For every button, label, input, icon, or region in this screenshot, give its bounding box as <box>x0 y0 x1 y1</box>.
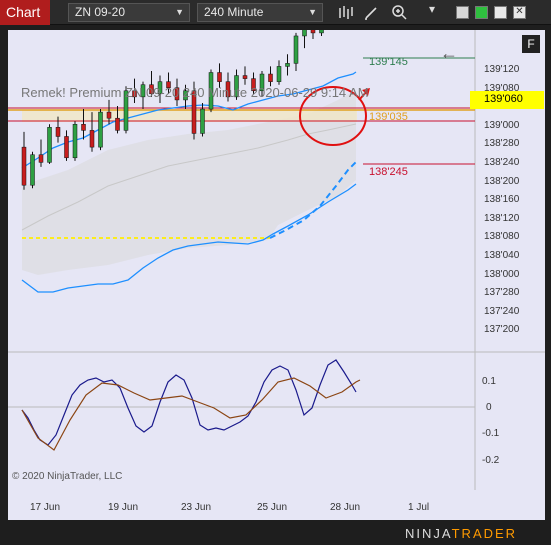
candle-down <box>106 111 112 119</box>
interval-selector[interactable]: 240 Minute ▼ <box>197 3 323 22</box>
candle-down <box>310 23 316 34</box>
time-tick-label: 17 Jun <box>30 502 61 513</box>
brand-suffix: TRADER <box>451 526 518 541</box>
more-icon[interactable]: ▾ <box>429 2 435 16</box>
candle-down <box>81 124 86 131</box>
zoom-icon[interactable] <box>391 4 408 21</box>
oscillator-tick-label: 0.1 <box>482 376 496 387</box>
time-tick-label: 25 Jun <box>257 502 288 513</box>
oscillator-tick-label: 0 <box>486 402 492 413</box>
candle-up <box>293 35 299 64</box>
oscillator-fast-line <box>21 359 357 446</box>
price-tick-label: 138'160 <box>484 194 520 206</box>
price-tick-label: 138'280 <box>484 138 520 150</box>
chart-frame: Remek! Premium ZN 09-20 240 Minute 2020-… <box>8 0 545 520</box>
candle-up <box>302 23 307 37</box>
lower-target-label: 138'245 <box>369 166 408 178</box>
oscillator-tick-label: -0.1 <box>482 428 500 439</box>
close-icon[interactable]: ✕ <box>513 6 526 19</box>
current-price-box: 139'060 <box>470 91 544 109</box>
back-arrow-icon[interactable]: ← <box>440 43 458 64</box>
brand-logo: NINJATRADER <box>405 526 545 542</box>
chevron-down-icon: ▼ <box>175 7 184 17</box>
price-tick-label: 138'240 <box>484 157 520 168</box>
instrument-label: ZN 09-20 <box>75 5 126 19</box>
price-tick-label: 137'200 <box>484 324 520 336</box>
candle-up <box>47 127 52 163</box>
pencil-icon[interactable] <box>363 4 380 21</box>
candle-down <box>89 130 95 148</box>
maximize-icon[interactable] <box>475 6 488 19</box>
time-tick-label: 1 Jul <box>408 502 430 513</box>
candle-down <box>38 154 44 163</box>
candle-down <box>242 75 248 79</box>
candle-up <box>319 0 324 34</box>
oscillator-slow-line <box>21 377 361 451</box>
f-button[interactable]: F <box>522 35 540 53</box>
candle-down <box>217 72 222 82</box>
candle-down <box>55 127 61 137</box>
brand-prefix: NINJA <box>405 526 452 541</box>
candle-down <box>64 136 69 159</box>
candle-up <box>276 66 282 82</box>
copyright-text: © 2020 NinjaTrader, LLC <box>12 471 123 482</box>
chart-canvas[interactable] <box>8 0 545 520</box>
bars-icon[interactable] <box>337 4 354 21</box>
restore-icon[interactable] <box>494 6 507 19</box>
upper-target-label: 139'145 <box>369 56 408 68</box>
candle-down <box>268 73 273 82</box>
candle-down <box>21 146 27 186</box>
toolbar: Chart ZN 09-20 ▼ 240 Minute ▼ ▾ ✕ <box>0 0 551 25</box>
price-tick-label: 138'200 <box>484 175 520 187</box>
instrument-selector[interactable]: ZN 09-20 ▼ <box>68 3 190 22</box>
price-tick-label: 138'000 <box>484 268 520 280</box>
time-tick-label: 19 Jun <box>108 502 139 513</box>
time-tick-label: 23 Jun <box>181 502 212 513</box>
chart-tab[interactable]: Chart <box>0 0 50 25</box>
minimize-icon[interactable] <box>456 6 469 19</box>
oscillator-tick-label: -0.2 <box>482 455 500 466</box>
time-tick-label: 28 Jun <box>330 502 361 513</box>
price-tick-label: 137'280 <box>484 287 520 299</box>
orange-level-label: 139'035 <box>369 111 408 123</box>
current-price-label: 139'060 <box>484 93 523 105</box>
price-tick-label: 138'040 <box>484 250 520 261</box>
chart-title: Remek! Premium ZN 09-20 240 Minute 2020-… <box>21 85 369 100</box>
price-tick-label: 137'240 <box>484 305 520 317</box>
resistance-zone <box>22 110 357 122</box>
price-tick-label: 139'000 <box>484 119 520 131</box>
candle-up <box>200 108 205 134</box>
candle-up <box>30 154 35 186</box>
price-tick-label: 138'080 <box>484 231 520 243</box>
candle-up <box>72 124 78 159</box>
price-tick-label: 138'120 <box>484 212 520 224</box>
chevron-down-icon: ▼ <box>308 7 317 17</box>
candle-down <box>115 117 120 131</box>
price-tick-label: 139'120 <box>484 64 520 75</box>
interval-label: 240 Minute <box>204 5 264 19</box>
candle-up <box>98 111 103 148</box>
candle-up <box>285 63 290 67</box>
